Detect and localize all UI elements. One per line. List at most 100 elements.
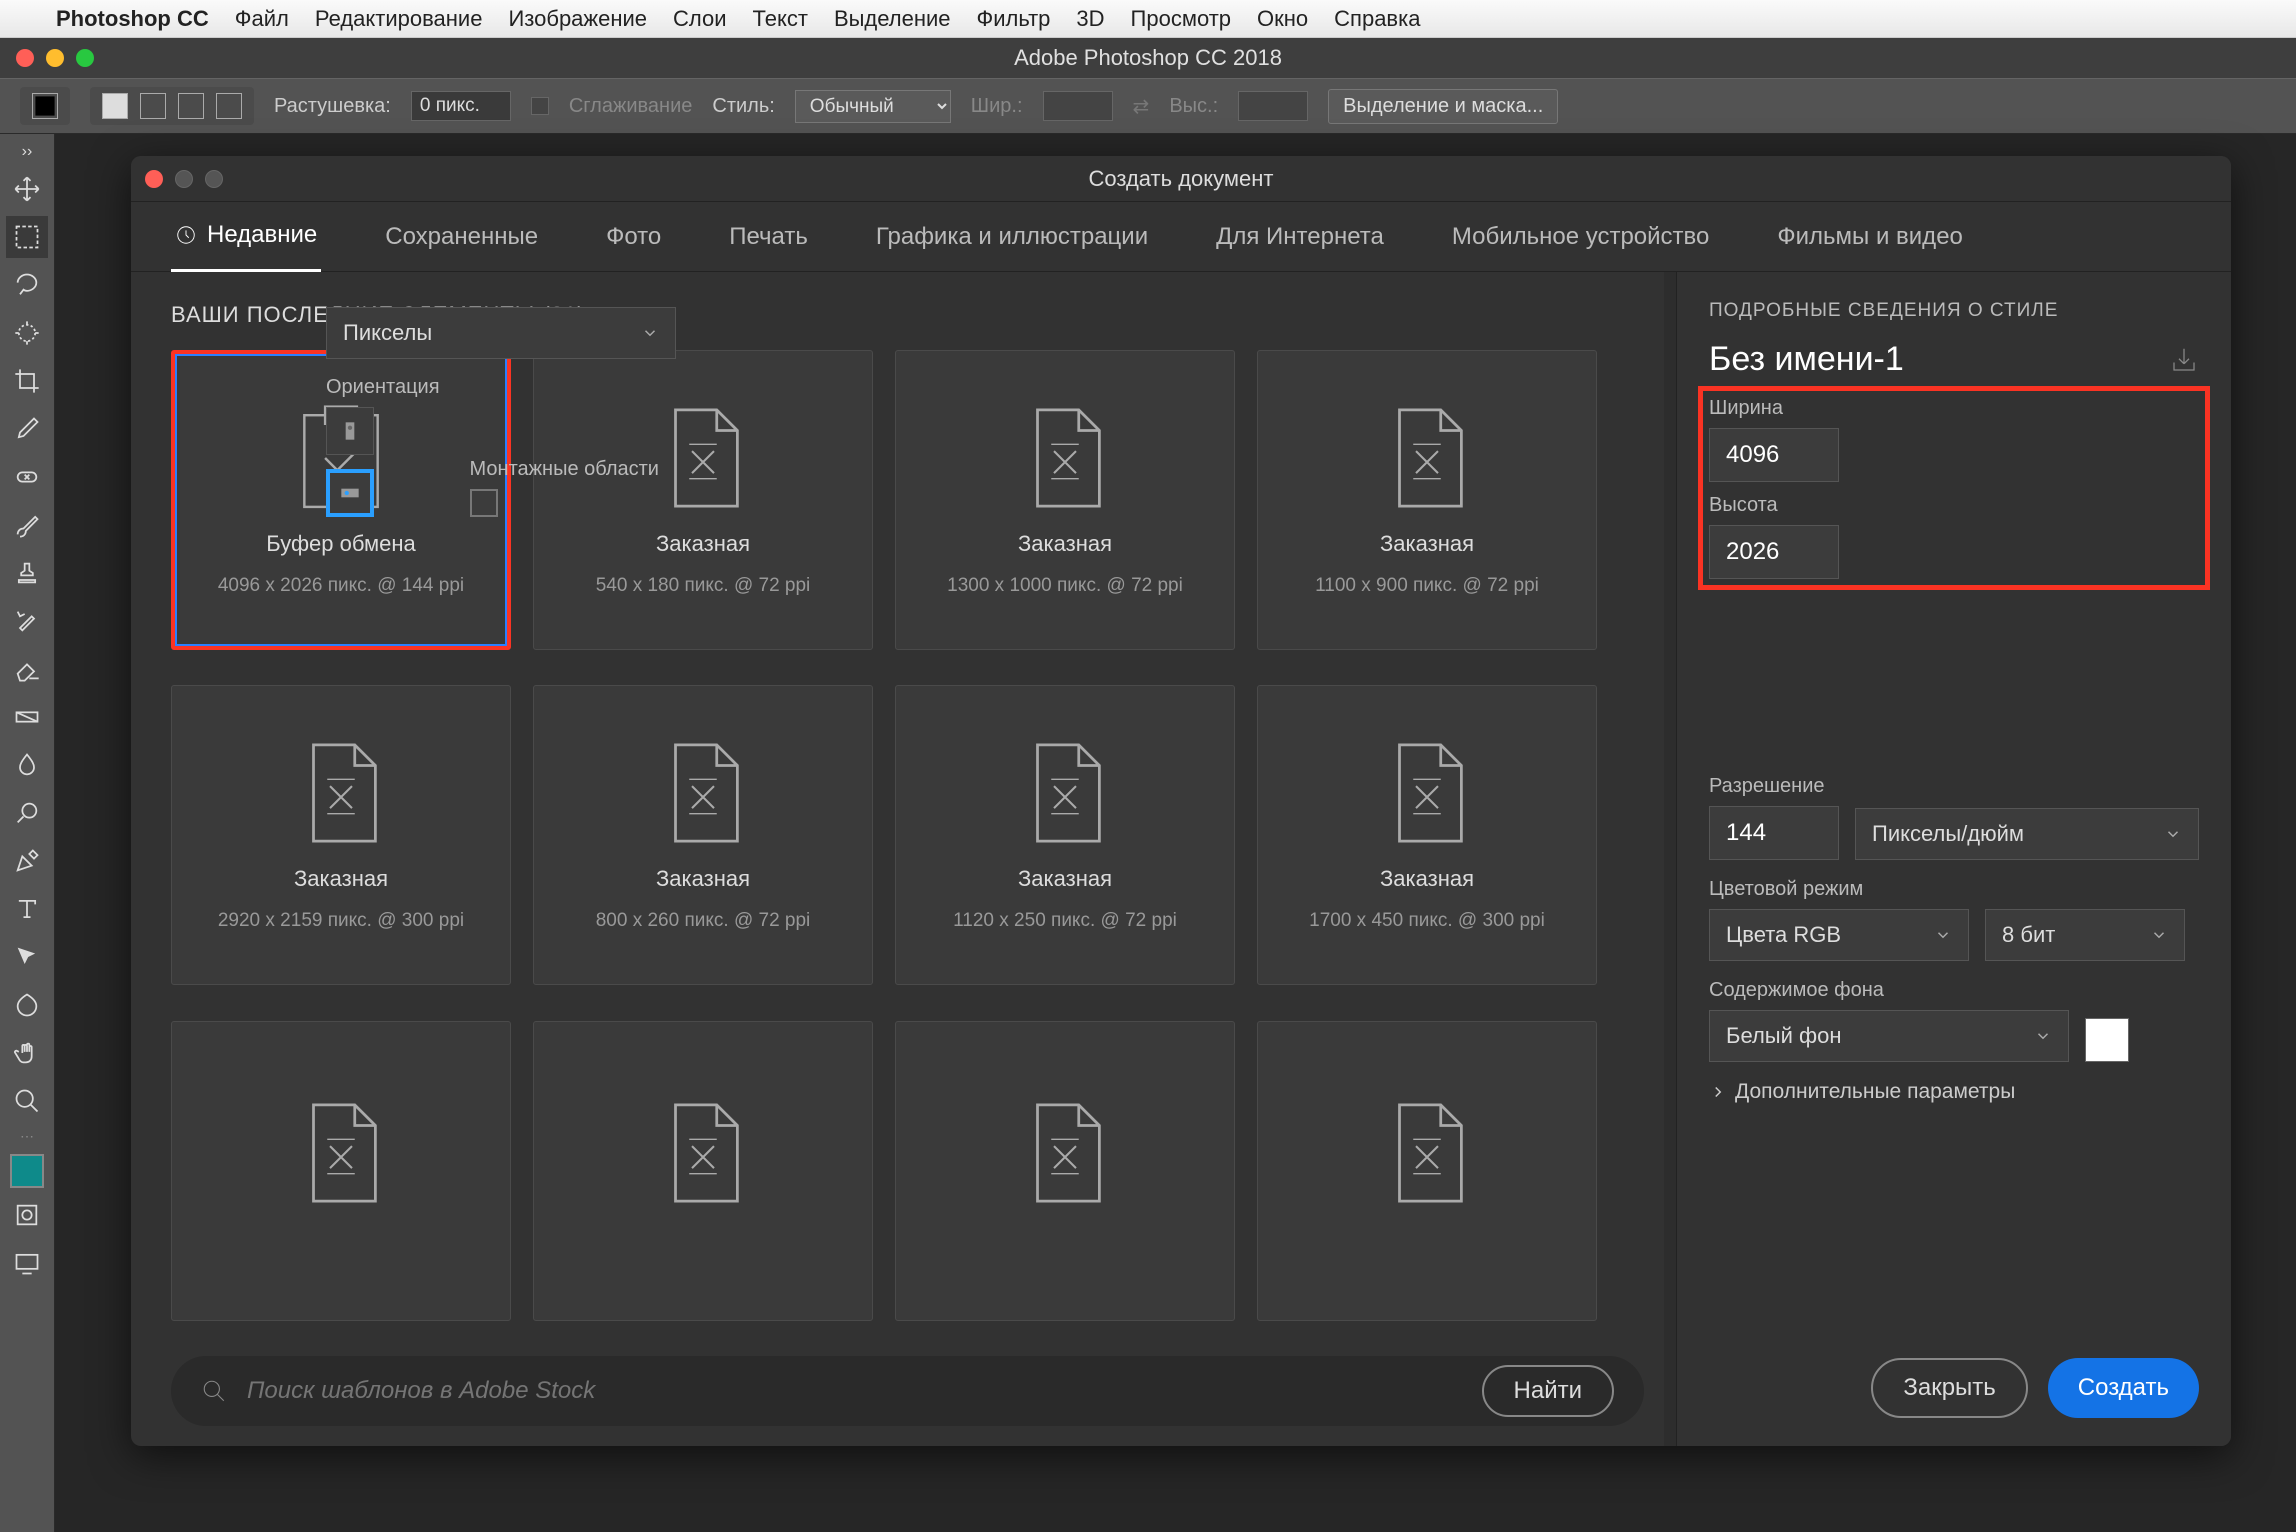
preset-card[interactable]: Заказная1700 x 450 пикс. @ 300 ppi (1257, 685, 1597, 985)
menu-view[interactable]: Просмотр (1131, 6, 1231, 32)
selection-subtract-icon[interactable] (178, 93, 204, 119)
move-tool-icon[interactable] (6, 168, 48, 210)
preset-card[interactable]: Заказная800 x 260 пикс. @ 72 ppi (533, 685, 873, 985)
brush-tool-icon[interactable] (6, 504, 48, 546)
chevron-down-icon (641, 324, 659, 342)
quickmask-tool-icon[interactable] (6, 1194, 48, 1236)
artboards-checkbox[interactable] (470, 489, 498, 517)
app-titlebar: Adobe Photoshop CC 2018 (0, 38, 2296, 78)
preset-card[interactable] (533, 1021, 873, 1321)
selection-new-icon[interactable] (102, 93, 128, 119)
tab-art[interactable]: Графика и иллюстрации (872, 203, 1152, 271)
create-button[interactable]: Создать (2048, 1358, 2199, 1418)
menu-layers[interactable]: Слои (673, 6, 727, 32)
menu-file[interactable]: Файл (235, 6, 289, 32)
units-select[interactable]: Пикселы (326, 307, 676, 359)
tab-film[interactable]: Фильмы и видео (1773, 203, 1967, 271)
search-icon (201, 1378, 227, 1404)
preset-card[interactable]: Заказная2920 x 2159 пикс. @ 300 ppi (171, 685, 511, 985)
menu-window[interactable]: Окно (1257, 6, 1308, 32)
height-label: Выс.: (1169, 95, 1218, 118)
swap-wh-icon: ⇄ (1133, 94, 1150, 119)
advanced-toggle[interactable]: Дополнительные параметры (1709, 1080, 2199, 1104)
pen-tool-icon[interactable] (6, 840, 48, 882)
path-tool-icon[interactable] (6, 936, 48, 978)
tab-print[interactable]: Печать (725, 203, 812, 271)
marquee-tool-icon[interactable] (6, 216, 48, 258)
window-minimize-icon[interactable] (46, 49, 64, 67)
menu-help[interactable]: Справка (1334, 6, 1420, 32)
selection-intersect-icon[interactable] (216, 93, 242, 119)
document-name[interactable]: Без имени-1 (1709, 340, 1904, 379)
menu-edit[interactable]: Редактирование (315, 6, 483, 32)
marquee-tool-icon[interactable] (32, 93, 58, 119)
crop-tool-icon[interactable] (6, 360, 48, 402)
window-close-icon[interactable] (16, 49, 34, 67)
preset-card[interactable]: Заказная1120 x 250 пикс. @ 72 ppi (895, 685, 1235, 985)
healing-tool-icon[interactable] (6, 456, 48, 498)
close-button[interactable]: Закрыть (1871, 1358, 2027, 1418)
preset-card[interactable] (895, 1021, 1235, 1321)
history-brush-tool-icon[interactable] (6, 600, 48, 642)
dialog-close-icon[interactable] (145, 170, 163, 188)
expand-icon[interactable]: ›› (6, 142, 48, 162)
background-color-swatch[interactable] (2085, 1018, 2129, 1062)
gradient-tool-icon[interactable] (6, 696, 48, 738)
menu-select[interactable]: Выделение (834, 6, 951, 32)
preset-title: Заказная (1018, 531, 1112, 557)
save-preset-icon[interactable] (2169, 345, 2199, 375)
feather-input[interactable] (411, 91, 511, 121)
app-name[interactable]: Photoshop CC (56, 6, 209, 32)
select-and-mask-button[interactable]: Выделение и маска... (1328, 89, 1558, 124)
foreground-color-swatch[interactable] (10, 1154, 44, 1188)
preset-scrollbar[interactable] (1664, 272, 1676, 1446)
zoom-tool-icon[interactable] (6, 1080, 48, 1122)
menu-image[interactable]: Изображение (508, 6, 647, 32)
dialog-zoom-icon (205, 170, 223, 188)
window-zoom-icon[interactable] (76, 49, 94, 67)
menu-3d[interactable]: 3D (1076, 6, 1104, 32)
tab-recent[interactable]: Недавние (171, 201, 321, 272)
color-mode-select[interactable]: Цвета RGB (1709, 909, 1969, 961)
feather-label: Растушевка: (274, 95, 391, 118)
lasso-tool-icon[interactable] (6, 264, 48, 306)
preset-card[interactable]: Заказная1300 x 1000 пикс. @ 72 ppi (895, 350, 1235, 650)
eraser-tool-icon[interactable] (6, 648, 48, 690)
find-button[interactable]: Найти (1482, 1365, 1614, 1417)
preset-title: Заказная (1018, 866, 1112, 892)
type-tool-icon[interactable] (6, 888, 48, 930)
resolution-units-select[interactable]: Пикселы/дюйм (1855, 808, 2199, 860)
width-input[interactable] (1709, 428, 1839, 482)
selection-add-icon[interactable] (140, 93, 166, 119)
options-bar: Растушевка: Сглаживание Стиль: Обычный Ш… (0, 78, 2296, 134)
preset-card[interactable] (171, 1021, 511, 1321)
height-input[interactable] (1709, 525, 1839, 579)
blur-tool-icon[interactable] (6, 744, 48, 786)
tab-photo[interactable]: Фото (602, 203, 665, 271)
resolution-input[interactable] (1709, 806, 1839, 860)
tab-web[interactable]: Для Интернета (1212, 203, 1388, 271)
hand-tool-icon[interactable] (6, 1032, 48, 1074)
tab-mobile[interactable]: Мобильное устройство (1448, 203, 1714, 271)
stock-search-input[interactable] (247, 1377, 1462, 1405)
preset-card[interactable] (1257, 1021, 1597, 1321)
eyedropper-tool-icon[interactable] (6, 408, 48, 450)
color-depth-select[interactable]: 8 бит (1985, 909, 2185, 961)
background-select[interactable]: Белый фон (1709, 1010, 2069, 1062)
magic-wand-tool-icon[interactable] (6, 312, 48, 354)
tab-saved[interactable]: Сохраненные (381, 203, 542, 271)
orientation-landscape-button[interactable] (326, 469, 374, 517)
style-select[interactable]: Обычный (795, 90, 951, 123)
dodge-tool-icon[interactable] (6, 792, 48, 834)
preset-card[interactable]: Заказная1100 x 900 пикс. @ 72 ppi (1257, 350, 1597, 650)
stamp-tool-icon[interactable] (6, 552, 48, 594)
orientation-portrait-button[interactable] (326, 407, 374, 455)
details-header: ПОДРОБНЫЕ СВЕДЕНИЯ О СТИЛЕ (1709, 300, 2199, 322)
menu-text[interactable]: Текст (753, 6, 808, 32)
screenmode-tool-icon[interactable] (6, 1242, 48, 1284)
shape-tool-icon[interactable] (6, 984, 48, 1026)
preset-title: Заказная (1380, 531, 1474, 557)
menu-filter[interactable]: Фильтр (977, 6, 1051, 32)
preset-title: Заказная (294, 866, 388, 892)
tools-panel: ›› ⋯ (0, 134, 55, 1532)
